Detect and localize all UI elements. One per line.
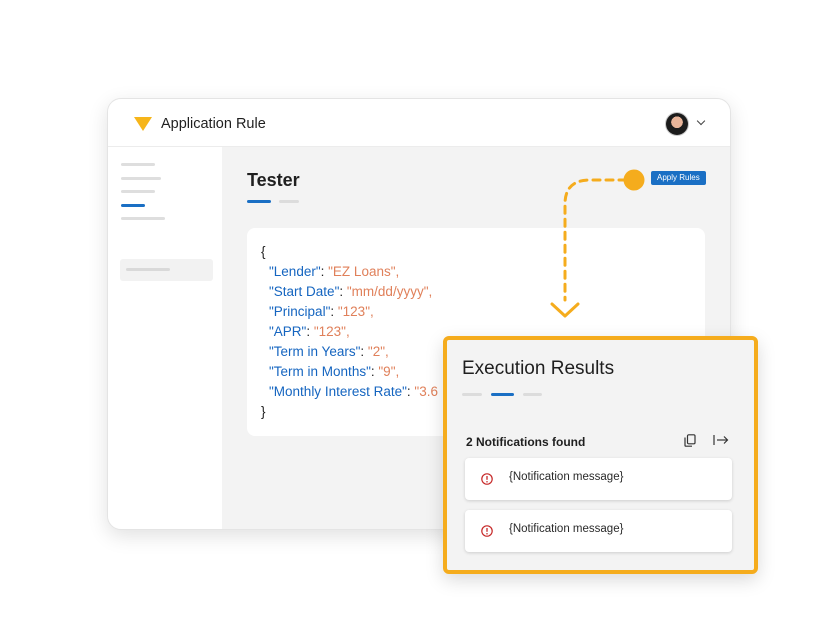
results-title: Execution Results — [462, 358, 615, 379]
copy-icon[interactable] — [684, 434, 696, 447]
arrow-down-icon — [550, 302, 580, 318]
error-icon — [481, 473, 493, 485]
notification-message: {Notification message} — [509, 471, 624, 483]
results-tab[interactable] — [523, 393, 542, 396]
notification-item[interactable]: {Notification message} — [465, 510, 732, 552]
error-icon — [481, 525, 493, 537]
connector-dot — [623, 169, 645, 191]
export-icon[interactable] — [713, 434, 729, 446]
dashed-connector-line — [563, 178, 628, 302]
illustration: Application Rule Tester Apply Rules { "L… — [0, 0, 836, 628]
notification-message: {Notification message} — [509, 523, 624, 535]
notification-count: 2 Notifications found — [466, 435, 586, 449]
notification-item[interactable]: {Notification message} — [465, 458, 732, 500]
results-tab[interactable] — [462, 393, 482, 396]
results-tab-active[interactable] — [491, 393, 514, 396]
execution-results-card: Execution Results 2 Notifications found … — [443, 336, 758, 574]
